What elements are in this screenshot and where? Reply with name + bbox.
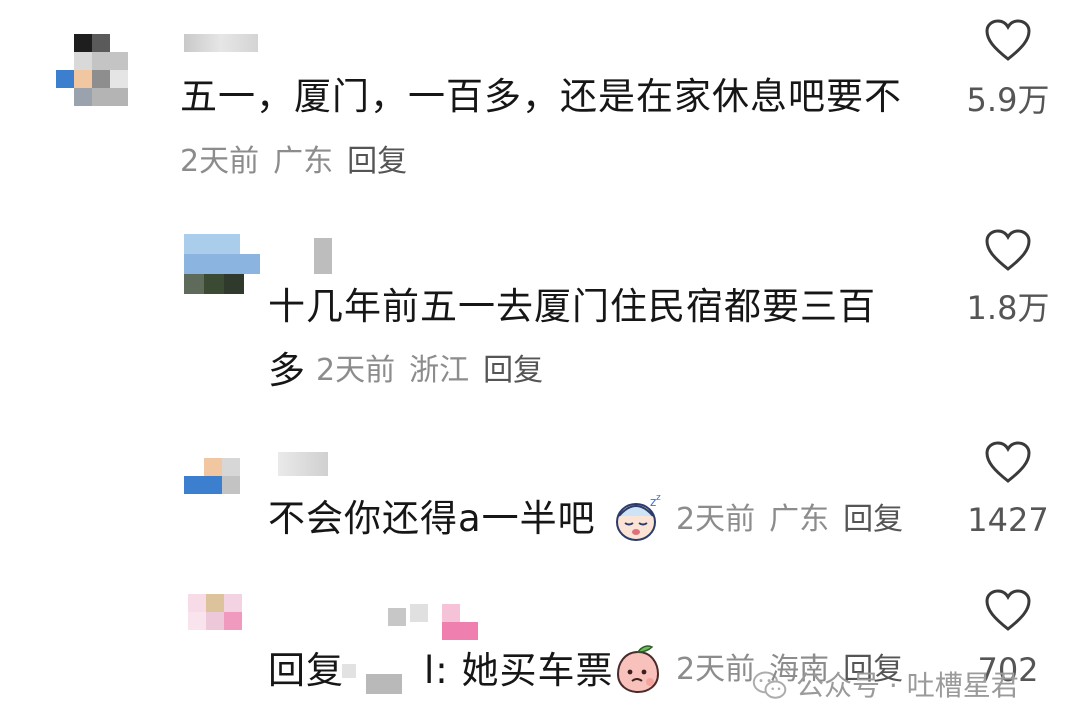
reply-button[interactable]: 回复 [843, 502, 903, 537]
peach-face-emoji [616, 645, 660, 694]
comment-text-line2: 多 [268, 349, 306, 392]
like-heart-icon[interactable] [984, 228, 1032, 272]
comment-location: 浙江 [409, 353, 470, 388]
like-heart-icon[interactable] [984, 18, 1032, 62]
reply-button[interactable]: 回复 [483, 353, 543, 388]
username-blurred[interactable] [278, 452, 328, 476]
avatar[interactable] [184, 234, 264, 298]
like-count: 1.8万 [966, 289, 1050, 327]
like-count: 1427 [967, 501, 1049, 539]
username-blurred[interactable] [314, 238, 332, 274]
reply-button[interactable]: 回复 [347, 144, 407, 179]
username-blurred[interactable] [388, 604, 478, 644]
comment-time: 2天前 [676, 502, 756, 537]
avatar[interactable] [48, 18, 148, 118]
comment-text: l: 她买车票 [424, 649, 614, 692]
comment-text: 五一，厦门，一百多，还是在家休息吧要不 [180, 75, 902, 118]
like-heart-icon[interactable] [984, 588, 1032, 632]
comment-meta: 2天前 浙江 回复 [316, 351, 557, 391]
watermark-text: 公众号 · 吐槽星君 [796, 669, 1019, 702]
comment-location: 广东 [769, 502, 830, 537]
comment-time: 2天前 [180, 144, 260, 179]
svg-text:z: z [656, 493, 661, 503]
avatar[interactable] [184, 456, 264, 500]
comment-location: 广东 [273, 144, 334, 179]
wechat-icon [752, 671, 787, 699]
comment-text: 不会你还得a一半吧 [268, 497, 596, 540]
comment-meta: 2天前 广东 回复 [676, 500, 917, 540]
comment-time: 2天前 [676, 652, 756, 687]
mention-blurred[interactable] [342, 660, 402, 696]
sleeping-face-emoji: z z [616, 493, 661, 541]
reply-prefix[interactable]: 回复 [268, 648, 344, 694]
comment-text-line1: 十几年前五一去厦门住民宿都要三百 [268, 285, 876, 328]
comment-time: 2天前 [316, 353, 396, 388]
comment-meta: 2天前 广东 回复 [180, 142, 421, 182]
username-blurred[interactable] [184, 34, 258, 52]
like-heart-icon[interactable] [984, 440, 1032, 484]
like-count: 5.9万 [966, 81, 1050, 119]
avatar[interactable] [184, 588, 264, 648]
